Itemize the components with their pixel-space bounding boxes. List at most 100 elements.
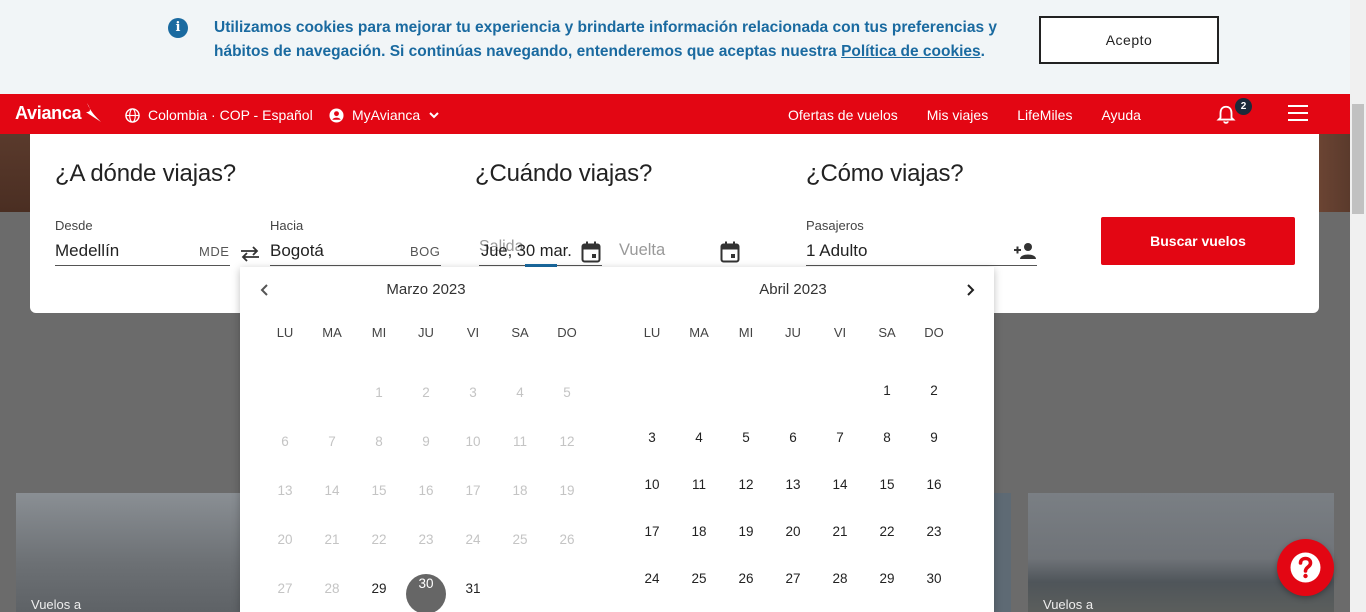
calendar-day: 17: [465, 483, 481, 498]
destination-card-2[interactable]: [994, 493, 1011, 612]
calendar-day: 25: [512, 532, 528, 547]
bird-logo-icon: [86, 103, 101, 122]
calendar-day: 13: [277, 483, 293, 498]
vertical-scrollbar[interactable]: [1350, 0, 1366, 612]
calendar-day[interactable]: 25: [679, 571, 719, 586]
cookie-policy-link[interactable]: Política de cookies: [841, 43, 981, 60]
calendar-day: 20: [277, 532, 293, 547]
to-label: Hacia: [270, 218, 304, 233]
from-underline: [55, 265, 230, 266]
cookie-banner: i Utilizamos cookies para mejorar tu exp…: [0, 0, 1350, 94]
accept-cookies-button[interactable]: Acepto: [1039, 16, 1219, 64]
calendar-day: 15: [371, 483, 387, 498]
how-title: ¿Cómo viajas?: [806, 160, 964, 187]
calendar-day[interactable]: 19: [726, 524, 766, 539]
weekday-header: MI: [738, 325, 754, 340]
calendar-day[interactable]: 13: [773, 477, 813, 492]
to-input[interactable]: Bogotá: [270, 241, 324, 261]
user-icon: [329, 107, 344, 123]
calendar-day[interactable]: 16: [914, 477, 954, 492]
calendar-day[interactable]: 26: [726, 571, 766, 586]
calendar-day[interactable]: 30: [406, 576, 446, 591]
calendar-day[interactable]: 28: [820, 571, 860, 586]
calendar-day: 12: [559, 434, 575, 449]
destination-card-1[interactable]: Vuelos a: [16, 493, 240, 612]
chevron-left-icon[interactable]: [258, 283, 272, 297]
help-icon: [1290, 552, 1321, 583]
calendar-day: 22: [371, 532, 387, 547]
weekday-header: DO: [557, 325, 577, 340]
hero-image: [0, 134, 30, 212]
info-icon: i: [168, 18, 188, 38]
notification-badge: 2: [1235, 98, 1252, 115]
nav-link-offers[interactable]: Ofertas de vuelos: [788, 107, 898, 123]
chevron-right-icon[interactable]: [963, 283, 977, 297]
swap-icon[interactable]: [239, 245, 261, 263]
calendar-day[interactable]: 18: [679, 524, 719, 539]
when-title: ¿Cuándo viajas?: [475, 160, 653, 187]
nav-link-lifemiles[interactable]: LifeMiles: [1017, 107, 1072, 123]
search-flights-button[interactable]: Buscar vuelos: [1101, 217, 1295, 265]
calendar-day[interactable]: 8: [867, 430, 907, 445]
nav-link-trips[interactable]: Mis viajes: [927, 107, 988, 123]
help-button[interactable]: [1277, 539, 1334, 596]
calendar-day: 14: [324, 483, 340, 498]
bell-icon[interactable]: [1215, 104, 1237, 126]
region-selector[interactable]: Colombia · COP - Español: [125, 107, 313, 123]
calendar-day[interactable]: 11: [679, 477, 719, 492]
return-input[interactable]: Vuelta: [619, 241, 665, 260]
calendar-day[interactable]: 30: [914, 571, 954, 586]
add-person-icon[interactable]: [1013, 242, 1037, 260]
calendar-day[interactable]: 12: [726, 477, 766, 492]
calendar-day[interactable]: 1: [867, 383, 907, 398]
calendar-day[interactable]: 22: [867, 524, 907, 539]
calendar-day[interactable]: 2: [914, 383, 954, 398]
nav-link-help[interactable]: Ayuda: [1101, 107, 1140, 123]
calendar-day[interactable]: 29: [359, 581, 399, 596]
calendar-day: 21: [324, 532, 340, 547]
where-title: ¿A dónde viajas?: [55, 160, 236, 187]
calendar-day[interactable]: 27: [773, 571, 813, 586]
calendar-day[interactable]: 23: [914, 524, 954, 539]
brand-logo[interactable]: Avianca: [15, 103, 82, 124]
nav-links: Ofertas de vuelos Mis viajes LifeMiles A…: [788, 107, 1141, 123]
depart-input[interactable]: Jue, 30 mar.: [481, 242, 572, 261]
calendar-day: 4: [516, 385, 524, 400]
scrollbar-thumb[interactable]: [1352, 104, 1364, 214]
passengers-input[interactable]: 1 Adulto: [806, 241, 867, 261]
weekday-header: VI: [466, 325, 480, 340]
calendar-day[interactable]: 31: [453, 581, 493, 596]
calendar-day[interactable]: 29: [867, 571, 907, 586]
calendar-day[interactable]: 20: [773, 524, 813, 539]
calendar-day: 9: [422, 434, 430, 449]
calendar-day[interactable]: 6: [773, 430, 813, 445]
weekday-header: MI: [371, 325, 387, 340]
calendar-day[interactable]: 21: [820, 524, 860, 539]
passengers-label: Pasajeros: [806, 218, 864, 233]
calendar-day[interactable]: 4: [679, 430, 719, 445]
date-picker: Marzo 2023 Abril 2023 LU MA MI JU VI SA DO 1 2 3 4…: [240, 267, 994, 612]
calendar-day[interactable]: 10: [632, 477, 672, 492]
weekday-header: SA: [511, 325, 529, 340]
calendar-day[interactable]: 14: [820, 477, 860, 492]
calendar-day[interactable]: 15: [867, 477, 907, 492]
calendar-day: 18: [512, 483, 528, 498]
menu-icon[interactable]: [1288, 105, 1308, 121]
calendar-icon[interactable]: [720, 241, 740, 263]
calendar-day: 8: [375, 434, 383, 449]
calendar-day[interactable]: 7: [820, 430, 860, 445]
weekday-header: LU: [643, 325, 661, 340]
calendar-day[interactable]: 17: [632, 524, 672, 539]
calendar-day: 7: [328, 434, 336, 449]
calendar-day[interactable]: 9: [914, 430, 954, 445]
month-title-april: Abril 2023: [759, 281, 827, 298]
calendar-day[interactable]: 24: [632, 571, 672, 586]
weekday-header: SA: [878, 325, 896, 340]
calendar-day[interactable]: 3: [632, 430, 672, 445]
calendar-day: 6: [281, 434, 289, 449]
to-underline: [270, 265, 441, 266]
myavianca-menu[interactable]: MyAvianca: [329, 107, 440, 123]
calendar-icon[interactable]: [581, 241, 601, 263]
from-input[interactable]: Medellín: [55, 241, 119, 261]
calendar-day[interactable]: 5: [726, 430, 766, 445]
